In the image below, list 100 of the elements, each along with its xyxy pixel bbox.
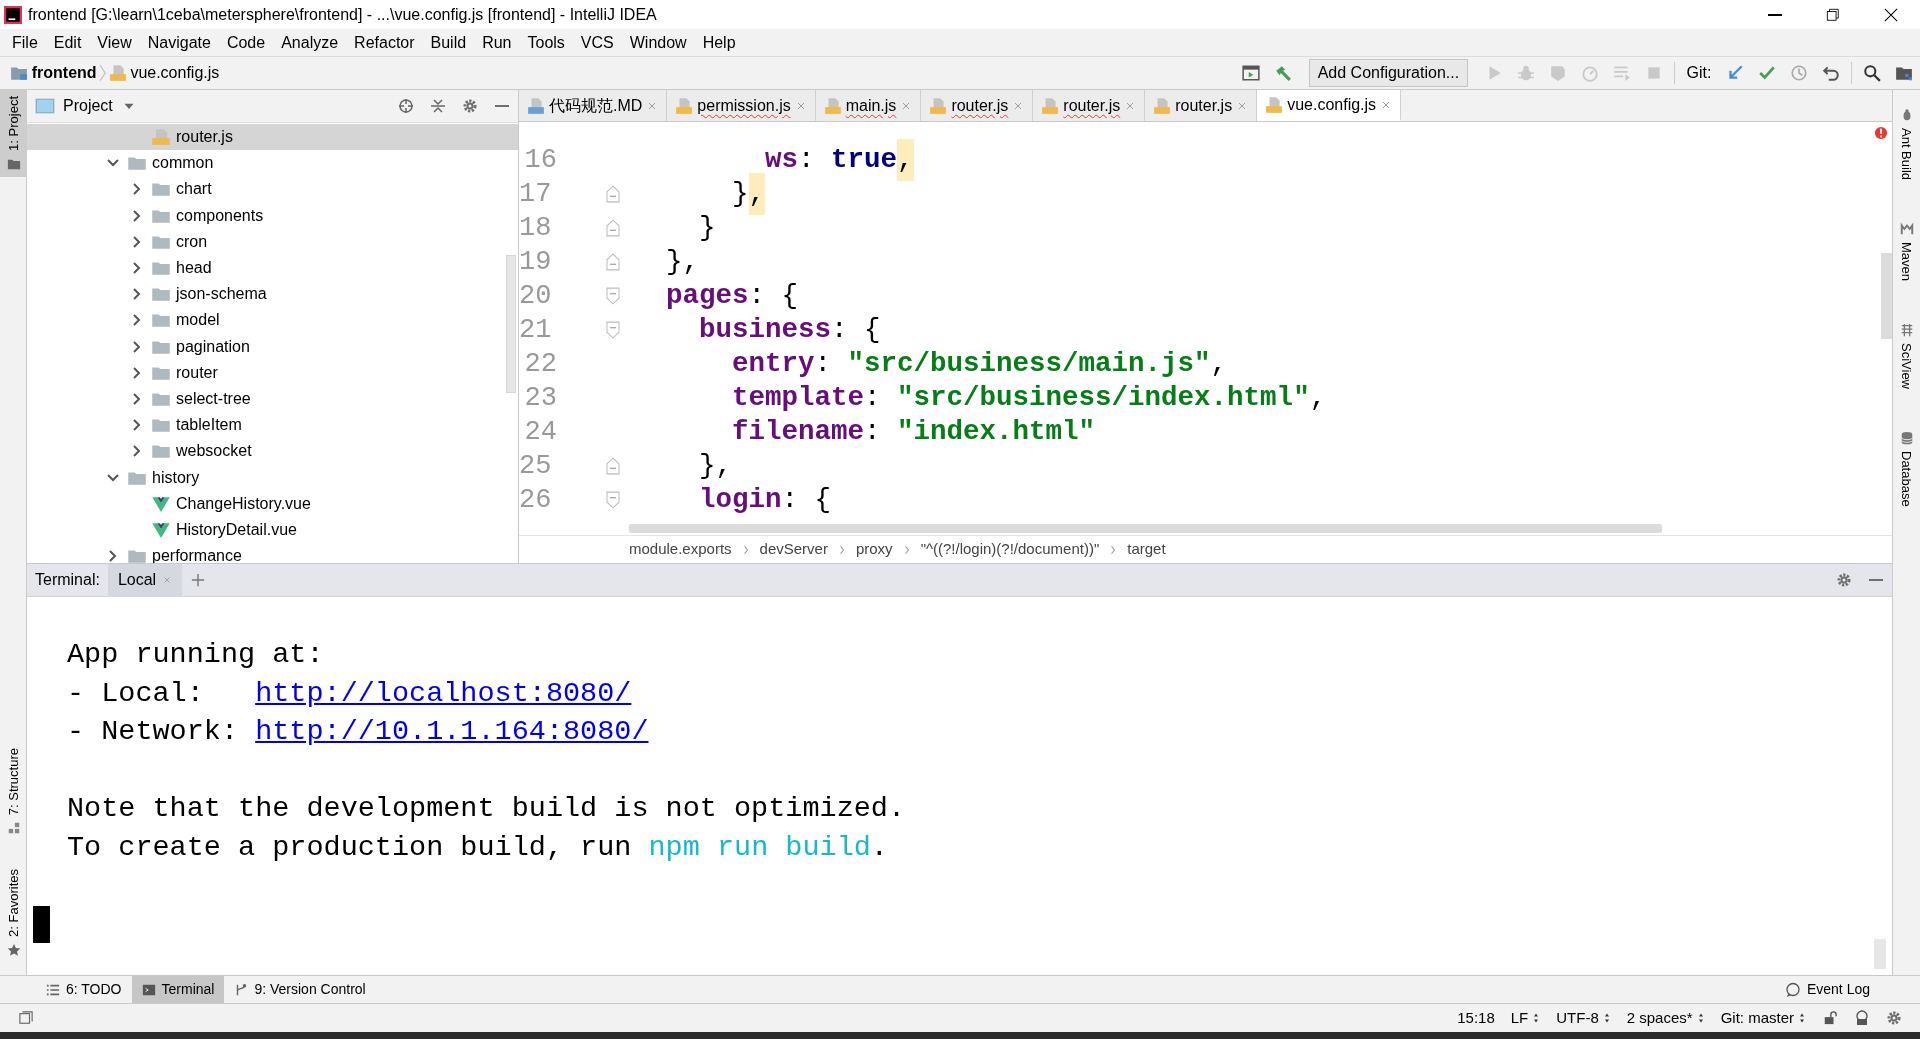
updown-icon: [1798, 1012, 1806, 1024]
horizontal-scrollbar[interactable]: [629, 524, 1662, 533]
tool-window-tab[interactable]: 1: Project: [0, 90, 27, 177]
fold-icon[interactable]: [605, 185, 622, 203]
menu-item[interactable]: Help: [694, 29, 744, 56]
menu-item[interactable]: Navigate: [139, 29, 219, 56]
minimize-icon: [1768, 13, 1782, 16]
fold-icon[interactable]: [605, 457, 622, 475]
tree-item[interactable]: select-tree: [27, 385, 518, 413]
tree-item[interactable]: pagination: [27, 333, 518, 360]
menu-item[interactable]: Analyze: [273, 29, 347, 56]
tree-item[interactable]: cron: [27, 228, 518, 255]
editor-tab[interactable]: vue.config.js: [1257, 90, 1402, 121]
terminal-link[interactable]: http://10.1.1.164:8080/: [255, 715, 649, 749]
terminal-text: Note that the development build is not optimized.: [67, 792, 906, 826]
status-item[interactable]: Git: master: [1712, 1006, 1814, 1030]
tool-window-tab[interactable]: Maven: [1893, 216, 1920, 288]
tree-item[interactable]: tableItem: [27, 412, 518, 439]
run-configuration-button[interactable]: Add Configuration...: [1308, 59, 1469, 87]
tree-item[interactable]: components: [27, 202, 518, 229]
tree-item[interactable]: router: [27, 359, 518, 386]
menu-item[interactable]: Edit: [45, 29, 90, 56]
tool-window-button[interactable]: 9: Version Control: [224, 975, 376, 1004]
js-file-icon: [151, 128, 171, 147]
tool-window-tab[interactable]: Database: [1893, 425, 1920, 513]
editor-tab[interactable]: permission.js: [667, 90, 816, 121]
status-item[interactable]: LF: [1502, 1006, 1549, 1030]
terminal-link[interactable]: http://localhost:8080/: [255, 676, 632, 710]
breadcrumb-item[interactable]: target: [1127, 538, 1166, 561]
tree-item[interactable]: websocket: [27, 438, 518, 465]
menu-item[interactable]: File: [4, 29, 46, 56]
scrollbar-thumb[interactable]: [506, 255, 516, 393]
status-item[interactable]: 15:18: [1449, 1006, 1503, 1030]
terminal-tab[interactable]: Local: [107, 563, 183, 597]
tree-item[interactable]: model: [27, 307, 518, 334]
breadcrumb-item[interactable]: proxy: [855, 538, 893, 561]
menu-item[interactable]: VCS: [572, 29, 622, 56]
clock-icon: [1790, 64, 1808, 82]
tree-item[interactable]: chart: [27, 176, 518, 203]
search-icon: [1863, 64, 1881, 82]
fold-icon[interactable]: [605, 287, 622, 305]
fold-icon[interactable]: [605, 219, 622, 237]
event-log-button[interactable]: Event Log: [1774, 975, 1880, 1004]
tree-item[interactable]: ChangeHistory.vue: [27, 490, 518, 517]
undo-icon: [1822, 64, 1840, 82]
tree-item[interactable]: head: [27, 254, 518, 282]
terminal-icon: [141, 982, 156, 997]
code-punctuation: : {: [831, 313, 881, 348]
restore-icon: [1826, 7, 1840, 22]
close-icon[interactable]: [162, 575, 173, 585]
settings-icon: [1836, 572, 1852, 588]
menu-item[interactable]: Run: [474, 29, 520, 56]
menu-item[interactable]: Refactor: [346, 29, 423, 56]
tool-window-tab[interactable]: 2: Favorites: [0, 863, 27, 963]
code-punctuation: }: [699, 211, 716, 246]
tool-window-tab[interactable]: SciView: [1893, 317, 1920, 396]
terminal-text: - Network:: [67, 715, 239, 749]
app-logo-icon: [4, 5, 22, 24]
js-file-icon: [108, 64, 127, 82]
tree-item[interactable]: common: [27, 150, 518, 177]
list-icon: [46, 982, 60, 997]
breadcrumb-item[interactable]: "^((?!/login)(?!/document))": [920, 538, 1100, 561]
tree-item[interactable]: router.js: [27, 124, 518, 151]
tree-item[interactable]: json-schema: [27, 281, 518, 308]
tool-window-button[interactable]: Terminal: [131, 975, 225, 1004]
menu-item[interactable]: Build: [422, 29, 475, 56]
fold-icon[interactable]: [605, 491, 622, 509]
settings-icon: [1886, 1010, 1902, 1026]
updown-icon: [1602, 1012, 1611, 1024]
line-number: 25: [519, 449, 552, 483]
editor-tab[interactable]: router.js: [1033, 90, 1146, 121]
tree-item[interactable]: HistoryDetail.vue: [27, 516, 518, 543]
tree-item[interactable]: history: [27, 464, 518, 491]
chevron-icon: [837, 543, 846, 556]
breadcrumb-link[interactable]: vue.config.js: [130, 61, 220, 85]
fold-icon[interactable]: [605, 253, 622, 271]
menu-item[interactable]: Window: [621, 29, 695, 56]
scrollbar-thumb[interactable]: [1874, 939, 1886, 969]
scrollbar-thumb[interactable]: [1881, 253, 1892, 339]
breadcrumb-item[interactable]: devServer: [759, 538, 828, 561]
editor-tab[interactable]: main.js: [815, 90, 922, 121]
fold-icon[interactable]: [605, 321, 622, 339]
breadcrumb-link[interactable]: frontend: [31, 61, 97, 85]
code-punctuation: : {: [781, 483, 832, 518]
menu-item[interactable]: View: [89, 29, 140, 56]
window-icon: [1241, 64, 1260, 82]
editor-tab[interactable]: 代码规范.MD: [519, 90, 668, 121]
list-icon: [1613, 64, 1632, 82]
tool-window-tab[interactable]: 7: Structure: [0, 741, 27, 842]
tool-window-button[interactable]: 6: TODO: [36, 975, 132, 1004]
editor-tab[interactable]: router.js: [921, 90, 1034, 121]
menu-item[interactable]: Tools: [519, 29, 573, 56]
status-item[interactable]: 2 spaces*: [1618, 1006, 1713, 1030]
code-string: "index.html": [897, 415, 1096, 450]
menu-item[interactable]: Code: [218, 29, 274, 56]
editor-tab[interactable]: router.js: [1145, 90, 1258, 121]
status-item[interactable]: UTF-8: [1548, 1006, 1619, 1030]
line-number: 16: [523, 143, 557, 177]
tool-window-tab[interactable]: Ant Build: [1893, 102, 1920, 187]
breadcrumb-item[interactable]: module.exports: [629, 538, 732, 561]
